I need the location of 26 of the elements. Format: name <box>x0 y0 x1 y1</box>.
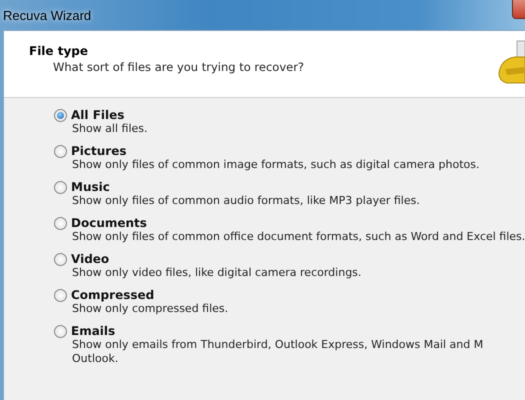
radio-button[interactable] <box>54 252 67 266</box>
option-description: Show only compressed files. <box>71 302 230 316</box>
radio-button[interactable] <box>54 180 67 194</box>
option-description: Show all files. <box>71 122 149 136</box>
option-label[interactable]: Music <box>71 180 110 194</box>
radio-button[interactable] <box>54 324 67 338</box>
option-label[interactable]: Compressed <box>71 288 154 302</box>
option-description: Show only emails from Thunderbird, Outlook Express, Windows Mail and M <box>71 338 484 352</box>
radio-button[interactable] <box>54 288 67 302</box>
option-label[interactable]: Video <box>71 252 110 266</box>
page-subtitle: What sort of files are you trying to recover? <box>52 60 304 74</box>
radio-button[interactable] <box>54 144 67 158</box>
option-label[interactable]: Pictures <box>71 144 126 158</box>
option-description: Show only files of common audio formats, like MP3 player files. <box>71 194 421 208</box>
close-button[interactable] <box>512 0 525 19</box>
option-label[interactable]: Emails <box>71 324 116 338</box>
option-description: Show only files of common image formats, such as digital camera photos. <box>71 158 480 172</box>
window-title: Recuva Wizard <box>3 8 92 22</box>
page-title: File type <box>29 44 90 58</box>
option-description: Show only video files, like digital camera recordings. <box>71 266 362 280</box>
option-description: Show only files of common office document formats, such as Word and Excel files. <box>71 230 525 244</box>
option-label[interactable]: All Files <box>71 108 124 122</box>
radio-button[interactable] <box>54 216 67 230</box>
option-description: Outlook. <box>71 352 120 366</box>
option-label[interactable]: Documents <box>71 216 147 230</box>
radio-button[interactable] <box>54 108 67 122</box>
